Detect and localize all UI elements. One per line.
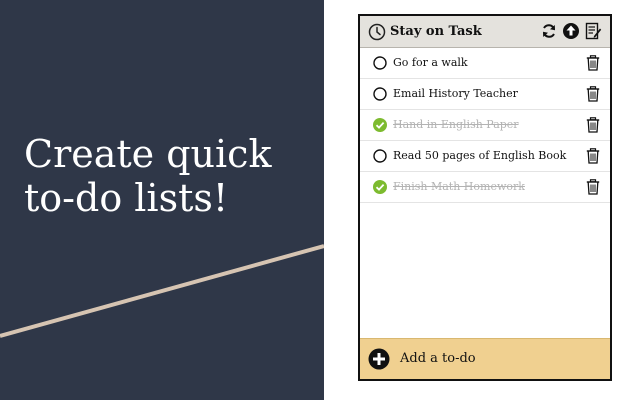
- trash-icon[interactable]: [586, 179, 600, 195]
- add-todo-button[interactable]: Add a to-do: [360, 338, 610, 379]
- trash-icon[interactable]: [586, 86, 600, 102]
- trash-icon[interactable]: [586, 117, 600, 133]
- todo-text: Hand in English Paper: [393, 118, 519, 131]
- headline-line-2: to-do lists!: [24, 176, 229, 220]
- todo-item: Finish Math Homework: [360, 172, 610, 203]
- todo-item: Go for a walk: [360, 48, 610, 79]
- todo-text: Finish Math Homework: [393, 180, 525, 193]
- checked-circle-icon[interactable]: [373, 180, 387, 194]
- upload-icon[interactable]: [562, 22, 580, 40]
- add-todo-label: Add a to-do: [400, 351, 476, 366]
- unchecked-circle-icon[interactable]: [373, 87, 387, 101]
- todo-app-window: Stay on Task Go for a walk Email History …: [358, 14, 612, 381]
- todo-list: Go for a walk Email History Teacher Hand i…: [360, 48, 610, 203]
- trash-icon[interactable]: [586, 148, 600, 164]
- clock-icon: [368, 23, 386, 41]
- promo-headline: Create quick to-do lists!: [24, 132, 314, 220]
- unchecked-circle-icon[interactable]: [373, 56, 387, 70]
- trash-icon[interactable]: [586, 55, 600, 71]
- todo-text: Email History Teacher: [393, 87, 518, 100]
- todo-text: Read 50 pages of English Book: [393, 149, 567, 162]
- header-toolbar: [540, 22, 602, 40]
- headline-line-1: Create quick: [24, 132, 272, 176]
- todo-item: Email History Teacher: [360, 79, 610, 110]
- plus-circle-icon: [368, 348, 390, 370]
- refresh-icon[interactable]: [540, 22, 558, 40]
- todo-item: Hand in English Paper: [360, 110, 610, 141]
- todo-text: Go for a walk: [393, 56, 468, 69]
- promo-panel: Create quick to-do lists!: [0, 0, 324, 400]
- notes-icon[interactable]: [584, 22, 602, 40]
- checked-circle-icon[interactable]: [373, 118, 387, 132]
- app-title: Stay on Task: [390, 24, 482, 39]
- app-header: Stay on Task: [360, 16, 610, 48]
- unchecked-circle-icon[interactable]: [373, 149, 387, 163]
- todo-item: Read 50 pages of English Book: [360, 141, 610, 172]
